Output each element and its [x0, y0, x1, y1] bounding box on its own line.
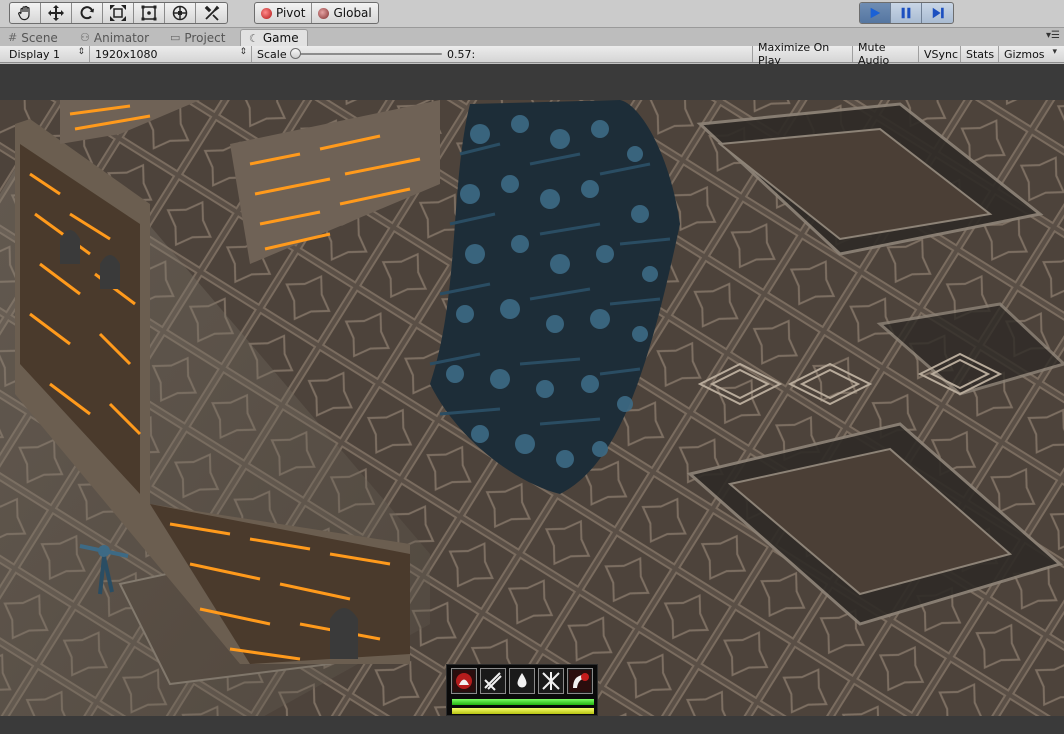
rect-tool-icon — [141, 5, 157, 21]
tab-scene[interactable]: # Scene — [0, 29, 66, 46]
step-icon — [932, 7, 944, 19]
folder-icon: ▭ — [170, 31, 181, 44]
move-tool-button[interactable] — [41, 3, 72, 23]
transform-tool-icon — [172, 5, 188, 21]
tab-game[interactable]: ☾ Game — [240, 29, 308, 46]
vsync-toggle[interactable]: VSync — [919, 46, 961, 62]
play-button[interactable] — [860, 3, 891, 23]
scale-slider-track[interactable] — [294, 53, 442, 55]
mana-bar — [451, 707, 595, 715]
tab-label: Scene — [21, 30, 58, 45]
pause-button[interactable] — [891, 3, 922, 23]
game-icon: ☾ — [249, 31, 259, 45]
rect-tool-button[interactable] — [134, 3, 165, 23]
mana-bar-fill — [452, 708, 594, 714]
scale-label: Scale — [257, 47, 287, 61]
animator-icon: ⚇ — [80, 31, 90, 44]
vsync-label: VSync — [924, 47, 959, 61]
scene-icon: # — [8, 31, 18, 44]
pivot-icon — [261, 7, 272, 19]
pivot-toggle[interactable]: Pivot — [255, 3, 313, 23]
game-scene-render — [0, 64, 1064, 734]
resolution-dropdown[interactable]: 1920x1080 ⇕ — [90, 46, 252, 62]
dropdown-arrow-icon: ⇕ — [239, 47, 247, 57]
tab-label: Animator — [93, 30, 150, 45]
gizmos-dropdown[interactable]: Gizmos ▾ — [999, 46, 1059, 62]
custom-tool-icon — [204, 5, 219, 21]
skill-slot-3[interactable] — [509, 668, 535, 694]
skill-bar — [451, 668, 593, 694]
move-tool-icon — [48, 5, 64, 21]
custom-tool-button[interactable] — [196, 3, 227, 23]
rotate-tool-button[interactable] — [72, 3, 103, 23]
pivot-label: Pivot — [276, 6, 306, 20]
step-button[interactable] — [922, 3, 953, 23]
global-label: Global — [333, 6, 372, 20]
maximize-on-play-toggle[interactable]: Maximize On Play — [752, 41, 853, 67]
skill-slot-2[interactable] — [480, 668, 506, 694]
tab-menu-icon[interactable]: ▾☰ — [1046, 30, 1060, 41]
pause-icon — [901, 7, 911, 19]
cross-slash-skill-icon — [542, 672, 560, 690]
hand-tool-icon — [18, 5, 30, 21]
play-controls-group — [859, 2, 954, 24]
global-toggle[interactable]: Global — [312, 3, 377, 23]
stats-toggle[interactable]: Stats — [961, 46, 999, 62]
scale-slider-handle[interactable] — [290, 48, 302, 59]
game-view-toolbar: Display 1 ⇕ 1920x1080 ⇕ Scale 0.57: Maxi… — [0, 41, 1064, 67]
drop-skill-icon — [517, 673, 527, 688]
mute-audio-toggle[interactable]: Mute Audio — [853, 41, 919, 67]
scale-value: 0.57: — [447, 47, 476, 61]
tab-animator[interactable]: ⚇ Animator — [72, 29, 157, 46]
dropdown-arrow-icon: ▾ — [1052, 47, 1057, 57]
gizmos-label: Gizmos — [1004, 47, 1045, 61]
resolution-value: 1920x1080 — [95, 47, 158, 61]
viewport-letterbox-top — [0, 64, 1064, 100]
stats-label: Stats — [966, 47, 995, 61]
play-icon — [870, 7, 881, 19]
tab-project[interactable]: ▭ Project — [162, 29, 233, 46]
scale-control: Scale 0.57: — [252, 46, 752, 62]
globe-icon — [318, 7, 330, 19]
dropdown-arrow-icon: ⇕ — [77, 47, 85, 57]
display-value: Display 1 — [9, 47, 61, 61]
transform-tools-group — [9, 2, 228, 24]
game-viewport[interactable] — [0, 64, 1064, 734]
main-toolbar: Pivot Global — [0, 0, 1064, 28]
health-bar-fill — [452, 699, 594, 705]
skill-slot-5[interactable] — [567, 668, 593, 694]
slash-skill-icon — [484, 672, 502, 691]
pivot-global-group: Pivot Global — [254, 2, 379, 24]
scale-tool-button[interactable] — [103, 3, 134, 23]
horn-skill-icon — [569, 670, 591, 692]
fire-skill-icon — [453, 670, 475, 692]
rotate-tool-icon — [80, 6, 94, 20]
tab-label: Game — [262, 31, 299, 45]
scale-tool-icon — [110, 5, 126, 21]
transform-tool-button[interactable] — [165, 3, 196, 23]
viewport-letterbox-bottom — [0, 716, 1064, 734]
health-bar — [451, 698, 595, 706]
skill-slot-4[interactable] — [538, 668, 564, 694]
hand-tool-button[interactable] — [10, 3, 41, 23]
player-hud — [446, 664, 598, 716]
display-dropdown[interactable]: Display 1 ⇕ — [4, 46, 90, 62]
skill-slot-1[interactable] — [451, 668, 477, 694]
tab-label: Project — [184, 30, 226, 45]
